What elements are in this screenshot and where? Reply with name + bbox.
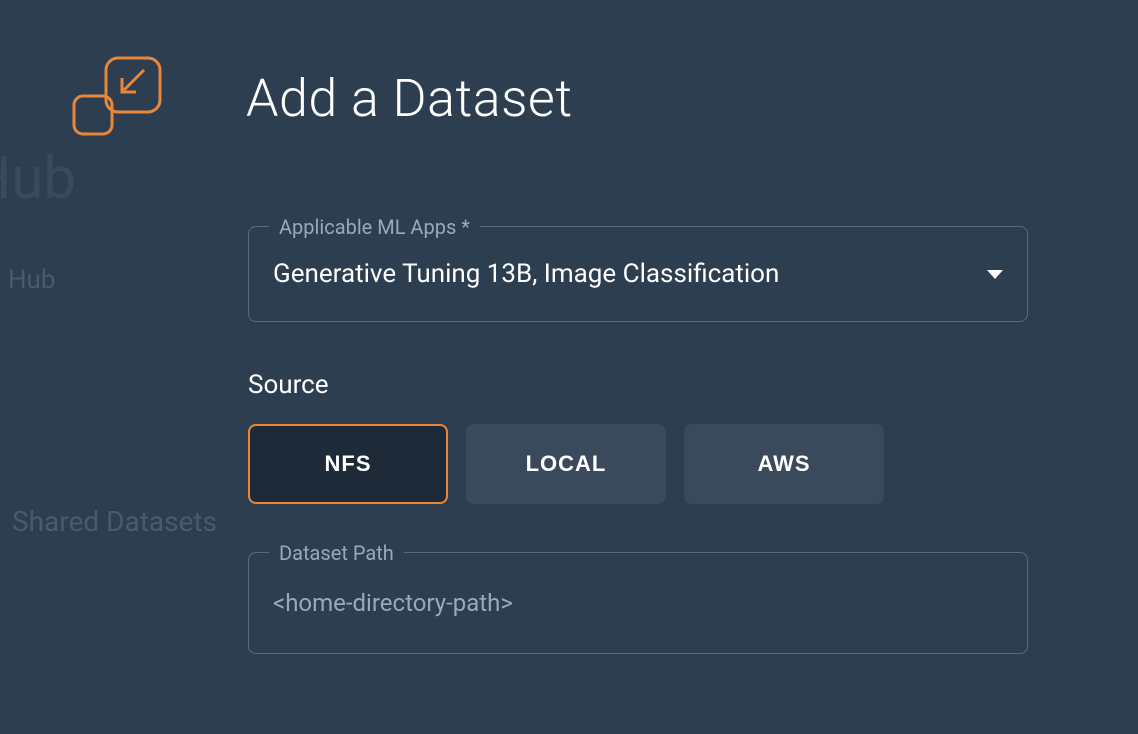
dataset-path-placeholder: <home-directory-path> [273, 589, 513, 617]
background-hub-small: Hub [8, 265, 55, 295]
ml-apps-value: Generative Tuning 13B, Image Classificat… [273, 259, 779, 289]
ml-apps-select[interactable]: Applicable ML Apps * Generative Tuning 1… [248, 226, 1028, 322]
source-button-local[interactable]: LOCAL [466, 424, 666, 504]
source-button-group: NFS LOCAL AWS [248, 424, 1028, 504]
source-button-aws[interactable]: AWS [684, 424, 884, 504]
form-content: Applicable ML Apps * Generative Tuning 1… [0, 148, 1138, 654]
ml-apps-field: Applicable ML Apps * Generative Tuning 1… [248, 226, 1028, 322]
page-title: Add a Dataset [246, 68, 573, 129]
page-header: Add a Dataset [0, 0, 1138, 148]
background-hub-large: Hub [0, 145, 76, 213]
background-shared-datasets: Shared Datasets [12, 505, 217, 538]
source-section: Source NFS LOCAL AWS [248, 370, 1028, 504]
dataset-path-label: Dataset Path [269, 541, 404, 565]
dataset-path-input[interactable]: Dataset Path <home-directory-path> [248, 552, 1028, 654]
ml-apps-label: Applicable ML Apps * [269, 215, 480, 239]
source-button-nfs[interactable]: NFS [248, 424, 448, 504]
source-label: Source [248, 370, 1028, 400]
dataset-path-field: Dataset Path <home-directory-path> [248, 552, 1028, 654]
chevron-down-icon [987, 270, 1003, 279]
dataset-logo-icon [68, 48, 168, 148]
